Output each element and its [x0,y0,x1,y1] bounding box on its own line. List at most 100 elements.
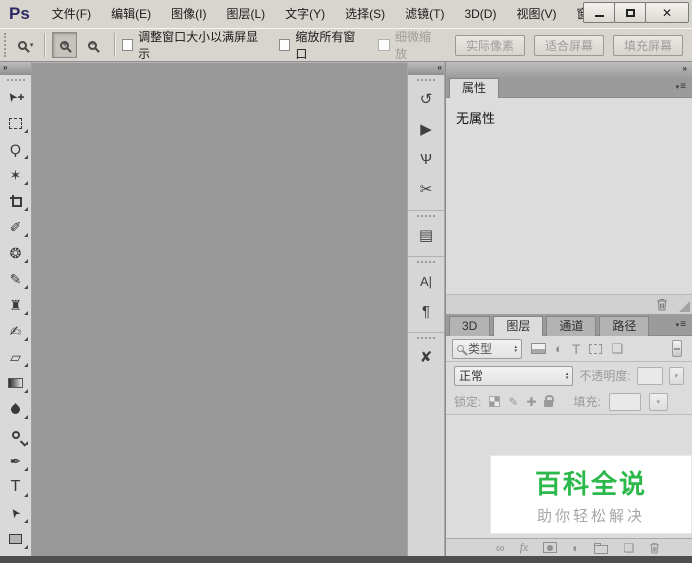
blur-tool-icon [9,402,22,416]
trash-icon[interactable] [656,298,668,311]
move-tool[interactable]: ➤ ✚ [0,84,31,110]
maximize-button[interactable] [614,2,646,23]
menu-view[interactable]: 视图(V) [506,0,566,28]
menu-select[interactable]: 选择(S) [335,0,395,28]
opacity-dropdown-button[interactable]: ▾ [668,366,684,385]
opacity-label: 不透明度: [579,369,631,383]
close-button[interactable]: ✕ [645,2,689,23]
lock-position-icon[interactable]: ✚ [526,395,536,409]
clone-stamp-tool[interactable]: ♜ [0,292,31,318]
zoom-out-button[interactable] [79,32,104,58]
flyout-indicator [24,207,28,211]
eyedropper-tool[interactable]: ✐ [0,214,31,240]
filter-type-select[interactable]: 类型 ▴ ▾ [452,338,522,359]
menu-edit[interactable]: 编辑(E) [101,0,161,28]
resize-windows-checkbox[interactable] [121,39,134,51]
filter-adjustment-layers-icon[interactable]: ◐ [555,341,563,356]
dock-header[interactable]: « [408,62,444,75]
type-tool[interactable]: T [0,474,31,500]
document-canvas-area[interactable] [32,62,407,556]
tool-presets-panel-button[interactable]: ✂ [408,174,444,204]
clone-source-panel-button[interactable]: ▤ [408,220,444,250]
new-layer-icon[interactable]: ❏ [623,541,634,555]
history-brush-tool[interactable]: ✍ [0,318,31,344]
tools-palette-header[interactable]: » [0,62,31,75]
tab-3d[interactable]: 3D [449,316,491,336]
filter-toggle-switch[interactable] [672,340,682,357]
adjustment-layer-icon[interactable]: ◐ [572,541,579,555]
menu-3d[interactable]: 3D(D) [454,0,506,28]
move-tool-icon: ➤ [3,88,21,106]
zoom-in-button[interactable] [52,32,78,58]
path-selection-tool[interactable]: ➤ [0,500,31,526]
pen-tool[interactable]: ✒ [0,448,31,474]
marquee-tool[interactable] [0,110,31,136]
lock-paint-icon[interactable]: ✎ [508,395,518,409]
tab-properties[interactable]: 属性 [449,78,500,98]
flyout-indicator [24,493,28,497]
filter-smart-objects-icon[interactable]: ❏ [611,341,623,357]
add-layer-mask-icon[interactable] [543,542,558,553]
lasso-tool[interactable]: Ϙ [0,136,31,162]
zoom-all-windows-checkbox-group[interactable]: 缩放所有窗口 [278,28,365,62]
character-panel-button[interactable]: A| [408,266,444,296]
tab-layers[interactable]: 图层 [493,316,544,336]
menu-file[interactable]: 文件(F) [42,0,101,28]
fill-screen-button[interactable]: 填充屏幕 [613,34,684,56]
history-panel-button[interactable]: ↺ [408,84,444,114]
minimize-button[interactable] [583,2,615,23]
dock-grip[interactable] [417,215,435,219]
layers-panel-menu[interactable]: ▾ ≡ [676,319,686,330]
menu-layer[interactable]: 图层(L) [216,0,275,28]
magic-wand-tool[interactable]: ✶ [0,162,31,188]
options-bar-grip[interactable] [4,33,8,57]
actions-panel-button[interactable]: ▶ [408,114,444,144]
crop-tool[interactable] [0,188,31,214]
filter-shape-layers-icon[interactable] [589,343,603,354]
resize-windows-checkbox-group[interactable]: 调整窗口大小以满屏显示 [121,28,265,62]
filter-type-label: 类型 [468,342,493,356]
panel-dock-header[interactable]: » [446,62,692,77]
filter-type-layers-icon[interactable]: T [572,341,581,357]
actual-pixels-button[interactable]: 实际像素 [454,34,525,56]
properties-panel-menu[interactable]: ▾ ≡ [676,81,686,92]
paragraph-panel-button[interactable]: ¶ [408,296,444,326]
link-layers-icon[interactable]: ∞ [496,541,505,555]
lock-transparency-icon[interactable] [489,396,501,407]
layers-list[interactable]: 百科全说 助你轻松解决 [446,415,692,538]
tab-paths[interactable]: 路径 [599,316,650,336]
lock-all-icon[interactable] [544,395,555,407]
dock-grip[interactable] [417,79,435,83]
layer-style-fx-icon[interactable]: fx [520,540,529,555]
dock-grip[interactable] [417,337,435,341]
new-group-folder-icon[interactable] [594,542,609,554]
fill-input[interactable] [608,392,641,411]
brush-presets-panel-button[interactable]: Ѱ [408,144,444,174]
filter-pixel-layers-icon[interactable] [531,343,546,354]
tools-kit-panel-button[interactable]: ✘ [408,342,444,372]
dock-group-4: ✘ [408,337,444,378]
tab-channels[interactable]: 通道 [546,316,597,336]
menu-type[interactable]: 文字(Y) [275,0,335,28]
menu-image[interactable]: 图像(I) [161,0,216,28]
blend-mode-select[interactable]: 正常 ▴ ▾ [454,365,574,386]
panel-resize-grip[interactable] [679,301,690,312]
tools-palette-grip[interactable] [6,79,25,83]
rectangle-tool[interactable] [0,526,31,552]
tool-preset-dropdown-icon[interactable]: ▾ [30,41,34,49]
delete-layer-trash-icon[interactable] [649,542,660,554]
zoom-all-windows-checkbox[interactable] [278,39,291,51]
dodge-tool[interactable] [0,422,31,448]
blur-tool[interactable] [0,396,31,422]
brush-tool[interactable]: ✎ [0,266,31,292]
fit-screen-button[interactable]: 适合屏幕 [533,34,604,56]
healing-brush-tool[interactable]: ❂ [0,240,31,266]
fill-dropdown-button[interactable]: ▾ [648,392,668,411]
menu-filter[interactable]: 滤镜(T) [395,0,454,28]
eraser-tool-icon: ▱ [10,348,21,365]
gradient-tool[interactable] [0,370,31,396]
eraser-tool[interactable]: ▱ [0,344,31,370]
dock-grip[interactable] [417,261,435,265]
opacity-input[interactable] [636,366,663,385]
current-tool-badge[interactable]: ▾ [14,39,38,52]
